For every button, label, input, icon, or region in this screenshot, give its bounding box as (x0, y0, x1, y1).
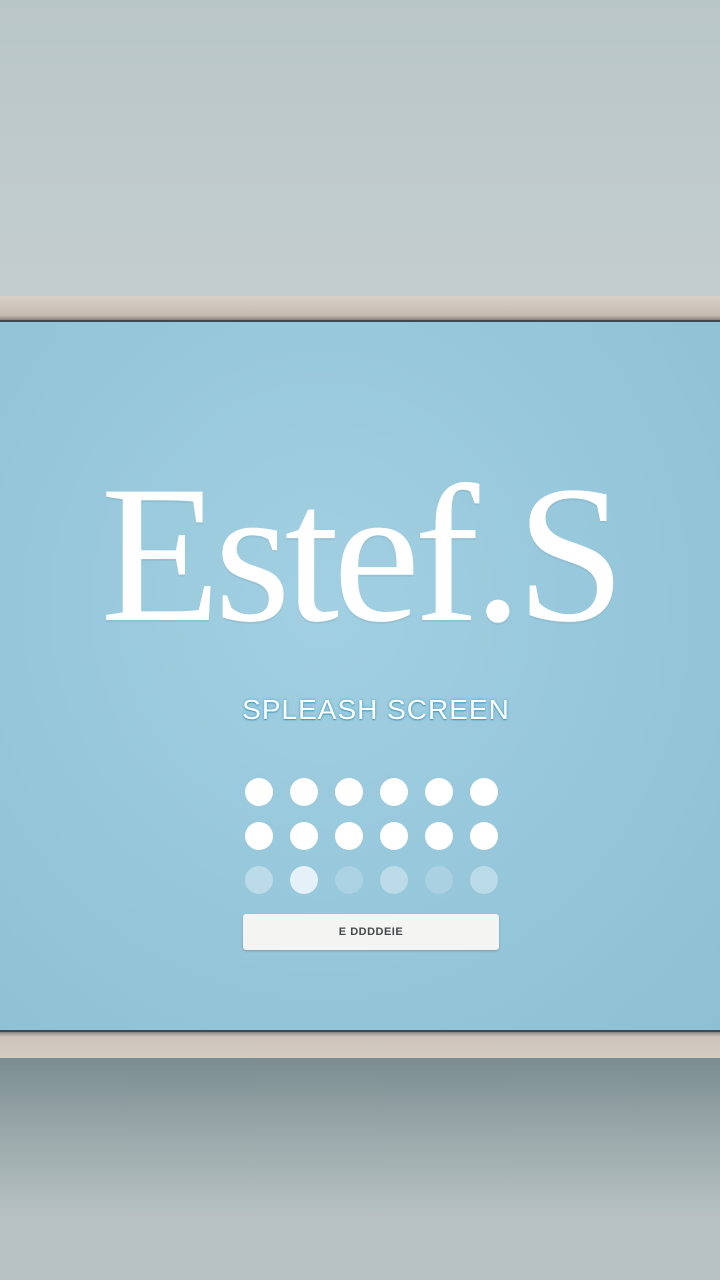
loading-dot (380, 822, 408, 850)
loading-dot (290, 778, 318, 806)
dot-row (245, 778, 505, 806)
loading-dot (425, 822, 453, 850)
splash-screen: Estef.S SPLEASH SCREEN E DDDDEIE (0, 320, 720, 1032)
loading-dot (470, 866, 498, 894)
loading-dots-indicator (245, 778, 505, 898)
dot-row (245, 866, 505, 894)
loading-dot (245, 778, 273, 806)
loading-dot (470, 778, 498, 806)
loading-dot (335, 778, 363, 806)
dot-row (245, 822, 505, 850)
loading-dot (425, 866, 453, 894)
frame-bottom-edge (0, 1032, 720, 1058)
loading-dot (245, 822, 273, 850)
loading-dot (425, 778, 453, 806)
splash-subtitle: SPLEASH SCREEN (242, 694, 510, 725)
loading-dot (245, 866, 273, 894)
loading-dot (335, 866, 363, 894)
splash-action-button[interactable]: E DDDDEIE (243, 914, 499, 950)
splash-action-button-label: E DDDDEIE (338, 926, 404, 938)
wall-shadow (0, 1058, 720, 1218)
loading-dot (380, 778, 408, 806)
loading-dot (335, 822, 363, 850)
loading-dot (380, 866, 408, 894)
frame-top-edge (0, 296, 720, 320)
loading-dot (290, 866, 318, 894)
loading-dot (470, 822, 498, 850)
loading-dot (290, 822, 318, 850)
brand-logo-text: Estef.S (100, 446, 626, 663)
